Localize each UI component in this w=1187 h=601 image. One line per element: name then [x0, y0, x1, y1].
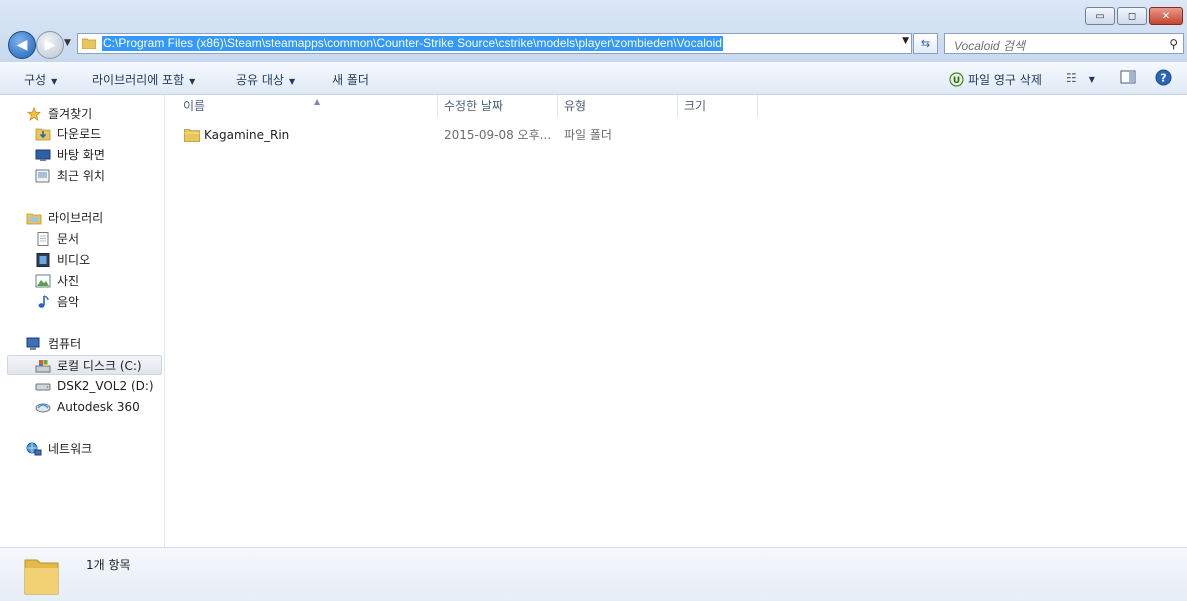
- document-icon: [37, 232, 49, 246]
- permanent-delete-button[interactable]: U 파일 영구 삭제: [949, 71, 1042, 88]
- video-icon: [36, 253, 50, 267]
- arrow-left-icon: ◀: [16, 37, 28, 53]
- new-folder-label: 새 폴더: [332, 73, 369, 87]
- nav-item-label: 다운로드: [57, 127, 102, 141]
- folder-icon: [24, 559, 59, 595]
- table-row[interactable]: Kagamine_Rin 2015-09-08 오후... 파일 폴더: [165, 125, 765, 145]
- nav-item-label: 바탕 화면: [57, 148, 105, 162]
- nav-item-local-disk-c[interactable]: 로컬 디스크 (C:): [7, 355, 162, 375]
- forward-button[interactable]: ▶: [36, 31, 64, 59]
- nav-item-label: 문서: [57, 232, 80, 246]
- file-list: ▲ 이름 수정한 날짜 유형 크기 Kagamine_Rin 2015-09-0…: [165, 95, 1187, 547]
- permanent-delete-label: 파일 영구 삭제: [968, 73, 1042, 87]
- details-pane: 1개 항목: [0, 547, 1187, 601]
- command-bar: 구성 ▼ 라이브러리에 포함 ▼ 공유 대상 ▼ 새 폴더 U 파일 영구 삭제 ☷ ▼…: [0, 62, 1187, 95]
- address-dropdown-icon[interactable]: ▼: [902, 36, 909, 46]
- column-header-label: 유형: [564, 99, 587, 113]
- local-disk-icon: [35, 360, 51, 373]
- network-icon: [26, 442, 42, 456]
- nav-network-label: 네트워크: [48, 442, 93, 456]
- nav-item-label: DSK2_VOL2 (D:): [57, 379, 154, 393]
- folder-icon: [82, 38, 96, 49]
- file-name[interactable]: Kagamine_Rin: [204, 125, 289, 145]
- svg-text:U: U: [953, 76, 960, 86]
- organize-label: 구성: [24, 73, 47, 87]
- cloud-drive-icon: [35, 403, 51, 413]
- share-with-label: 공유 대상: [236, 73, 284, 87]
- refresh-button[interactable]: ⇆: [913, 33, 938, 54]
- column-header-label: 이름: [183, 99, 206, 113]
- nav-item-label: 음악: [57, 295, 80, 309]
- nav-item-label: 사진: [57, 274, 80, 288]
- organize-button[interactable]: 구성 ▼: [24, 71, 57, 88]
- search-icon[interactable]: ⚲: [1169, 37, 1178, 51]
- include-in-library-button[interactable]: 라이브러리에 포함 ▼: [92, 71, 195, 88]
- nav-item-label: 최근 위치: [57, 169, 105, 183]
- search-input[interactable]: Vocaloid 검색: [954, 37, 1025, 54]
- nav-computer-label: 컴퓨터: [48, 337, 82, 351]
- nav-item-label: Autodesk 360: [57, 400, 140, 414]
- downloads-folder-icon: [35, 128, 51, 141]
- nav-libraries-label: 라이브러리: [48, 211, 104, 225]
- maximize-button[interactable]: ◻: [1117, 7, 1147, 25]
- change-view-button[interactable]: ☷ ▼: [1066, 71, 1095, 85]
- svg-text:?: ?: [1160, 72, 1166, 85]
- sort-ascending-icon: ▲: [314, 97, 321, 106]
- computer-icon: [26, 337, 40, 350]
- column-header-type[interactable]: 유형: [558, 95, 678, 117]
- nav-item-label: 비디오: [57, 253, 91, 267]
- refresh-icon: ⇆: [920, 37, 931, 50]
- nav-favorites-label: 즐겨찾기: [48, 107, 93, 121]
- chevron-down-icon: ▼: [51, 77, 58, 86]
- view-list-icon: ☷: [1066, 71, 1077, 85]
- column-header-name[interactable]: ▲ 이름: [177, 95, 438, 117]
- new-folder-button[interactable]: 새 폴더: [332, 71, 369, 88]
- include-in-library-label: 라이브러리에 포함: [92, 73, 185, 87]
- search-box[interactable]: Vocaloid 검색 ⚲: [944, 33, 1184, 54]
- preview-pane-icon[interactable]: [1120, 69, 1136, 85]
- star-icon: [26, 107, 42, 121]
- back-button[interactable]: ◀: [8, 31, 36, 59]
- address-path[interactable]: C:\Program Files (x86)\Steam\steamapps\c…: [102, 36, 723, 51]
- help-icon[interactable]: ?: [1155, 69, 1172, 86]
- item-count: 1개 항목: [86, 558, 131, 572]
- nav-item-label: 로컬 디스크 (C:): [57, 359, 142, 373]
- recent-places-icon: [35, 169, 50, 183]
- address-bar[interactable]: C:\Program Files (x86)\Steam\steamapps\c…: [77, 33, 912, 54]
- drive-icon: [35, 383, 51, 391]
- file-date-modified: 2015-09-08 오후...: [444, 128, 552, 142]
- window-controls: ▭ ◻ ✕: [1085, 7, 1183, 25]
- title-bar: ▭ ◻ ✕ ◀ ▶ ▼ C:\Program Files (x86)\Steam…: [0, 0, 1187, 62]
- close-button[interactable]: ✕: [1149, 7, 1183, 25]
- share-with-button[interactable]: 공유 대상 ▼: [236, 71, 295, 88]
- column-header-date-modified[interactable]: 수정한 날짜: [438, 95, 558, 117]
- unlocker-icon: U: [949, 72, 964, 87]
- column-header-size[interactable]: 크기: [678, 95, 758, 117]
- libraries-icon: [26, 213, 42, 225]
- column-header-label: 크기: [684, 99, 707, 113]
- navigation-pane: 즐겨찾기 다운로드 바탕 화면 최근 위치 라이브러리 문서 비디오 사진 음악…: [0, 95, 165, 547]
- recent-pages-dropdown[interactable]: ▼: [64, 38, 71, 48]
- desktop-icon: [35, 149, 51, 161]
- minimize-button[interactable]: ▭: [1085, 7, 1115, 25]
- file-type: 파일 폴더: [564, 128, 612, 142]
- arrow-right-icon: ▶: [44, 37, 56, 53]
- music-note-icon: [38, 295, 49, 308]
- chevron-down-icon: ▼: [288, 77, 296, 86]
- chevron-down-icon: ▼: [189, 77, 196, 86]
- column-header-label: 수정한 날짜: [444, 99, 504, 113]
- folder-icon: [184, 129, 200, 142]
- chevron-down-icon: ▼: [1088, 75, 1095, 84]
- picture-icon: [35, 274, 51, 288]
